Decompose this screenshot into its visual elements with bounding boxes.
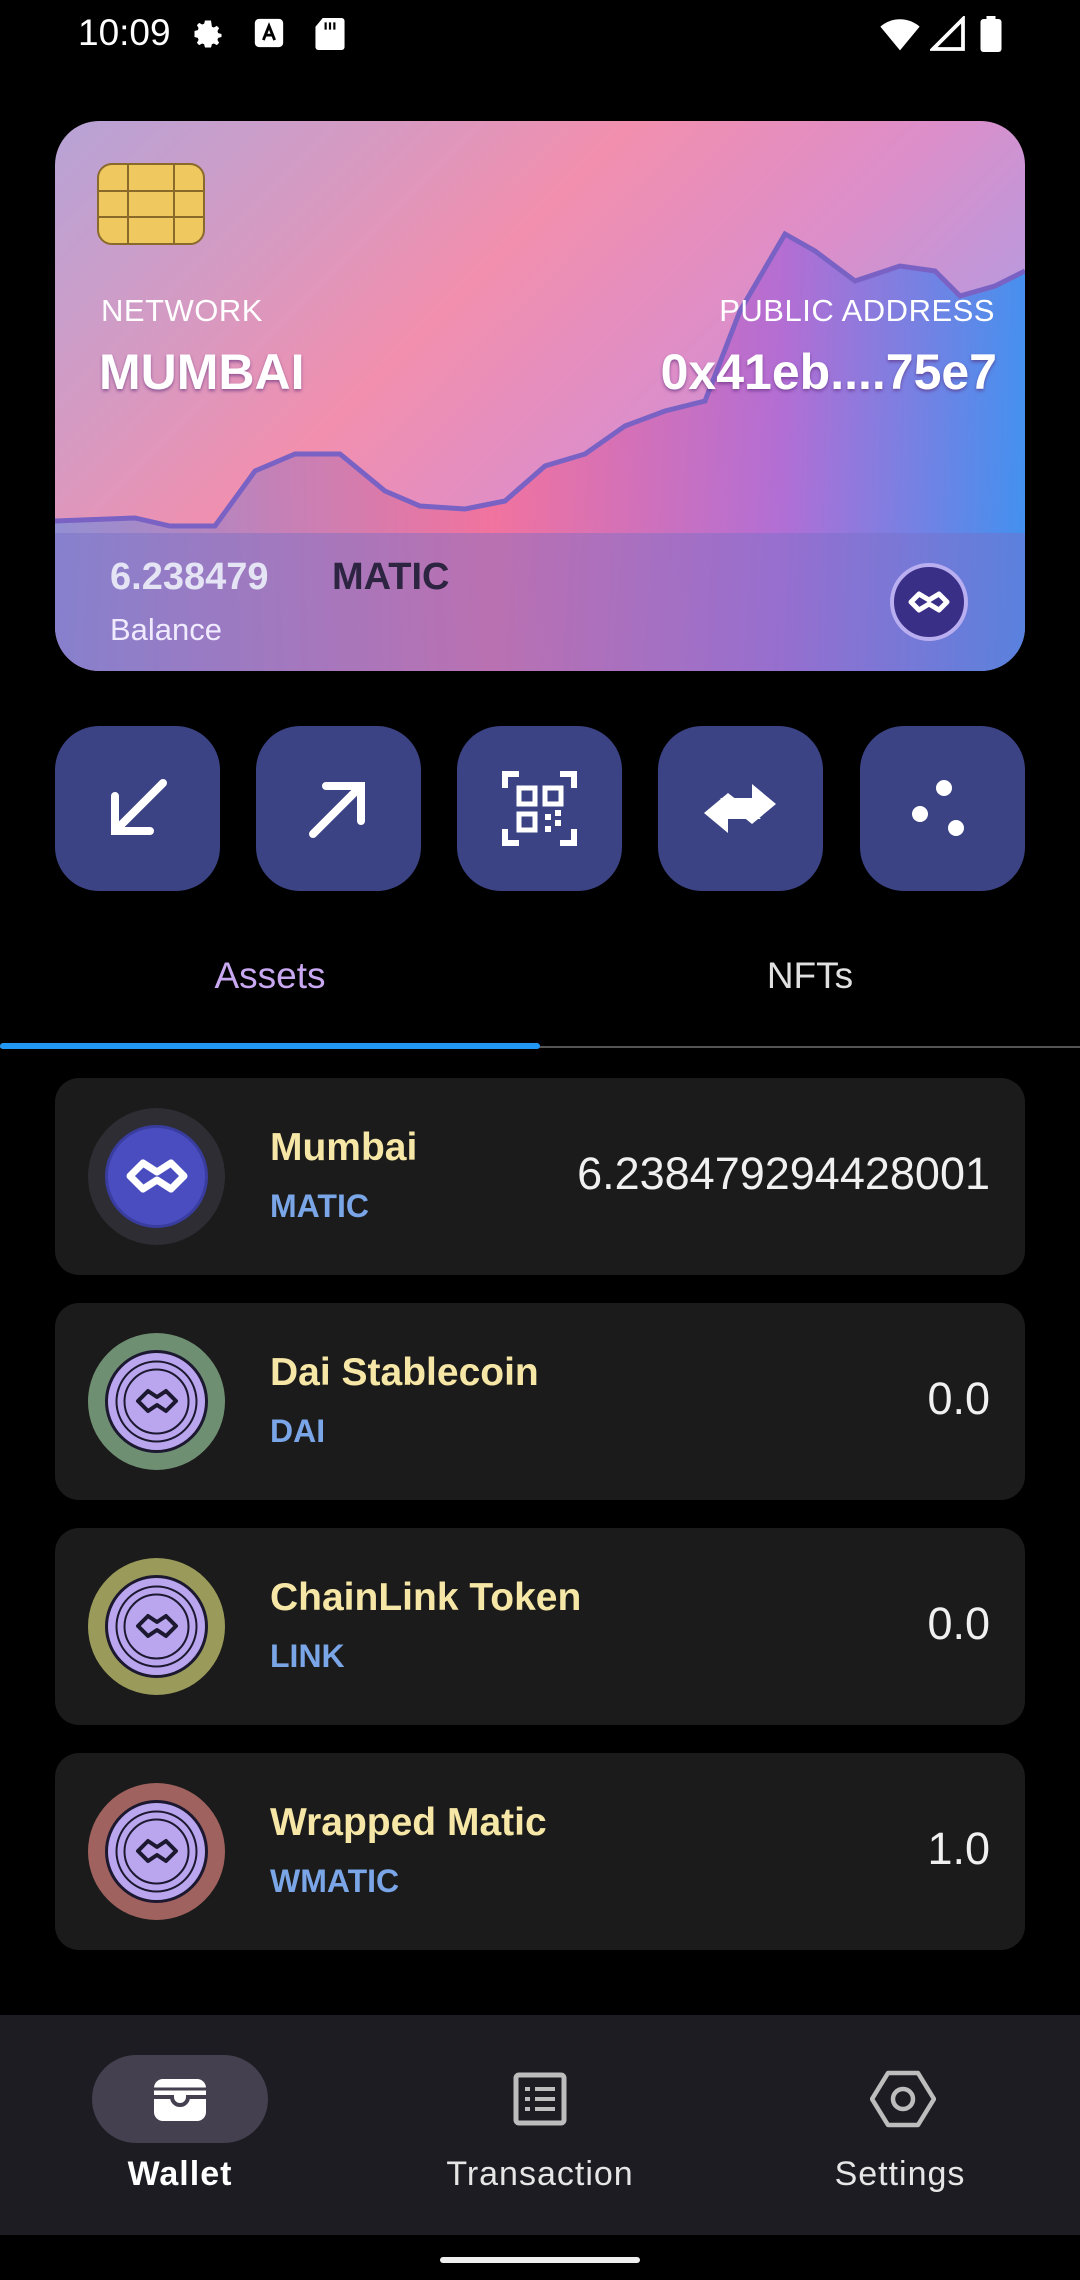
network-label: NETWORK — [101, 293, 263, 328]
swap-arrows-icon — [704, 784, 776, 833]
dai-token-icon — [88, 1333, 225, 1470]
swap-button[interactable] — [658, 726, 823, 891]
balance-unit: MATIC — [332, 556, 450, 598]
hexagon-settings-icon — [870, 2070, 936, 2128]
address-label: PUBLIC ADDRESS — [719, 293, 995, 328]
card-chip-icon — [97, 163, 205, 245]
qr-code-icon — [502, 771, 577, 846]
nav-label: Wallet — [127, 2155, 233, 2193]
card-balance-strip — [55, 533, 1025, 671]
asset-row-mumbai[interactable]: Mumbai MATIC 6.238479294428001 — [55, 1078, 1025, 1275]
text-icon — [254, 18, 284, 48]
asset-name: Dai Stablecoin — [270, 1351, 539, 1394]
asset-symbol: LINK — [270, 1638, 345, 1674]
status-bar: 10:09 — [0, 0, 1080, 70]
asset-balance: 1.0 — [927, 1823, 990, 1874]
tab-assets[interactable]: Assets — [0, 955, 540, 997]
public-address[interactable]: 0x41eb....75e7 — [661, 343, 997, 401]
asset-balance: 6.238479294428001 — [577, 1148, 990, 1199]
wmatic-token-icon — [88, 1783, 225, 1920]
nav-label: Transaction — [446, 2155, 634, 2193]
nav-settings[interactable]: Settings — [720, 2015, 1080, 2235]
link-token-icon — [88, 1558, 225, 1695]
scan-qr-button[interactable] — [457, 726, 622, 891]
asset-row-link[interactable]: ChainLink Token LINK 0.0 — [55, 1528, 1025, 1725]
asset-row-wmatic[interactable]: Wrapped Matic WMATIC 1.0 — [55, 1753, 1025, 1950]
send-button[interactable] — [256, 726, 421, 891]
nav-wallet[interactable]: Wallet — [0, 2015, 360, 2235]
nav-label: Settings — [834, 2155, 966, 2193]
nav-transaction[interactable]: Transaction — [360, 2015, 720, 2235]
wifi-icon — [880, 19, 920, 51]
polygon-icon — [890, 563, 968, 641]
arrow-up-right-icon — [309, 782, 365, 838]
asset-symbol: WMATIC — [270, 1863, 400, 1899]
signal-icon — [930, 16, 965, 51]
bottom-nav: Wallet Transaction Settings — [0, 2015, 1080, 2235]
balance-label: Balance — [110, 612, 223, 647]
asset-symbol: DAI — [270, 1413, 326, 1449]
home-indicator[interactable] — [440, 2257, 640, 2263]
gear-icon — [194, 20, 222, 48]
status-time: 10:09 — [78, 12, 171, 53]
matic-token-icon — [88, 1108, 225, 1245]
tab-nfts[interactable]: NFTs — [540, 955, 1080, 997]
sd-card-icon — [315, 18, 345, 50]
asset-symbol: MATIC — [270, 1188, 369, 1224]
arrow-down-left-icon — [111, 779, 167, 835]
asset-balance: 0.0 — [927, 1598, 990, 1649]
wallet-icon — [154, 2079, 206, 2121]
asset-name: ChainLink Token — [270, 1576, 582, 1619]
tab-active-indicator — [0, 1043, 540, 1049]
battery-icon — [980, 16, 1002, 52]
asset-row-dai[interactable]: Dai Stablecoin DAI 0.0 — [55, 1303, 1025, 1500]
balance-amount: 6.238479 — [110, 556, 269, 598]
asset-balance: 0.0 — [927, 1373, 990, 1424]
more-button[interactable] — [860, 726, 1025, 891]
asset-name: Mumbai — [270, 1126, 418, 1169]
network-value: MUMBAI — [99, 344, 305, 400]
list-icon — [513, 2072, 567, 2126]
asset-name: Wrapped Matic — [270, 1801, 547, 1844]
dots-icon — [912, 780, 964, 836]
receive-button[interactable] — [55, 726, 220, 891]
